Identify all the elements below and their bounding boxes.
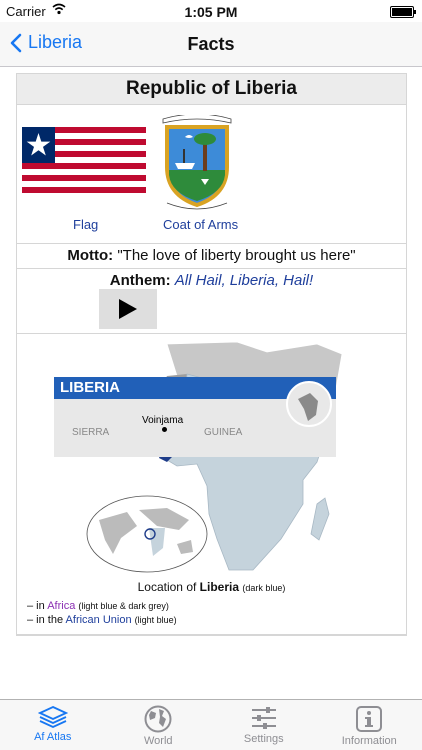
battery-icon	[390, 6, 416, 18]
town-marker	[162, 427, 167, 432]
status-bar: Carrier 1:05 PM	[0, 0, 422, 22]
anthem-link[interactable]: All Hail, Liberia, Hail!	[175, 272, 313, 289]
navigation-bar: Liberia Facts	[0, 22, 422, 67]
layers-icon	[37, 706, 68, 728]
motto-row: Motto: "The love of liberty brought us h…	[17, 244, 406, 269]
facts-card: Republic of Liberia Flag Coat of Arms Mo…	[16, 73, 407, 636]
play-anthem-button[interactable]	[99, 289, 157, 329]
liberia-detail-map[interactable]: LIBERIA SIERRA GUINEA Voinjama	[54, 377, 336, 457]
tab-world[interactable]: World	[106, 700, 212, 750]
info-icon	[356, 706, 383, 732]
motto-text: "The love of liberty brought us here"	[117, 247, 356, 264]
flag-link[interactable]: Flag	[73, 217, 98, 232]
legend-african-union: – in the African Union (light blue)	[27, 614, 177, 626]
country-title: Republic of Liberia	[17, 74, 406, 105]
sliders-icon	[251, 707, 276, 729]
coat-of-arms-link[interactable]: Coat of Arms	[163, 217, 238, 232]
clock: 1:05 PM	[184, 4, 238, 20]
play-icon	[119, 299, 137, 319]
legend-africa: – in Africa (light blue & dark grey)	[27, 600, 169, 612]
globe-icon	[144, 705, 172, 733]
anthem-label: Anthem:	[109, 272, 171, 289]
tab-af-atlas[interactable]: Af Atlas	[0, 700, 106, 750]
anthem-row: Anthem: All Hail, Liberia, Hail!	[17, 269, 406, 334]
mini-globe-icon	[286, 381, 332, 427]
tab-bar: Af Atlas World Settings Information	[0, 699, 422, 750]
flag-coa-row: Flag Coat of Arms	[17, 105, 406, 244]
location-caption: Location of Liberia (dark blue)	[137, 580, 286, 594]
tab-information[interactable]: Information	[317, 700, 422, 750]
motto-label: Motto:	[67, 247, 114, 264]
african-union-link[interactable]: African Union	[66, 614, 132, 626]
liberia-flag-image[interactable]	[22, 127, 146, 193]
tab-settings[interactable]: Settings	[211, 700, 317, 750]
facts-scroll-view[interactable]: Republic of Liberia Flag Coat of Arms Mo…	[0, 67, 422, 699]
coat-of-arms-image[interactable]	[157, 115, 237, 211]
location-country: Liberia	[199, 580, 240, 594]
africa-link[interactable]: Africa	[47, 600, 75, 612]
page-title: Facts	[187, 34, 235, 54]
